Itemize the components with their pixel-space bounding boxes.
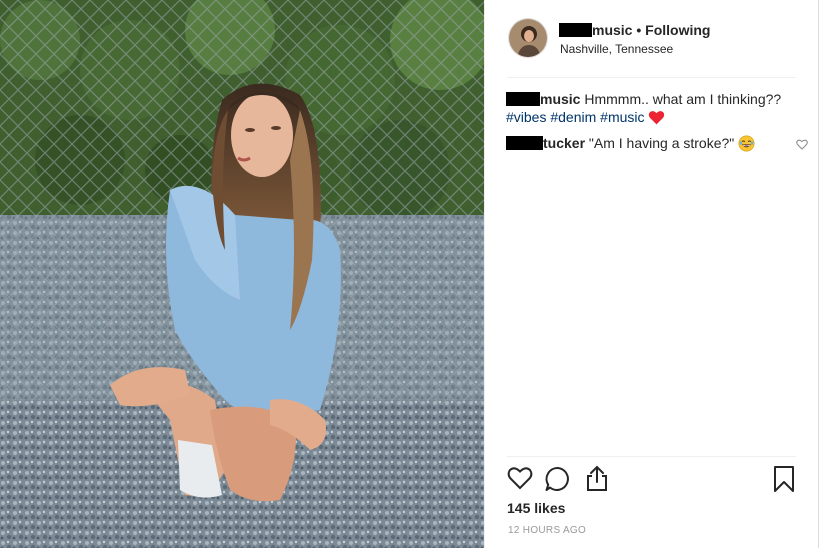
bookmark-icon[interactable] [773,465,795,498]
post-details-panel: music • Following Nashville, Tennessee m… [484,0,819,548]
header-divider [507,77,796,78]
avatar-image [509,19,547,57]
redacted-username [506,92,540,106]
avatar[interactable] [508,18,548,58]
heart-outline-icon[interactable] [507,466,533,495]
comment-like-heart-icon[interactable] [796,136,808,154]
photo-image [0,0,484,548]
hashtag-denim[interactable]: #denim [550,109,596,125]
caption-username[interactable]: music [540,91,580,107]
share-arrow-icon[interactable] [585,464,609,497]
redacted-username [559,23,592,37]
post-timestamp[interactable]: 12 HOURS AGO [508,525,586,536]
laughing-emoji-icon [738,135,755,156]
caption: music Hmmmm.. what am I thinking?? #vibe… [506,90,801,129]
author-username[interactable]: music [592,22,632,38]
comment-username[interactable]: tucker [543,135,585,151]
following-status[interactable]: • Following [632,22,710,38]
post-header: music • Following Nashville, Tennessee [485,0,819,78]
comment-text: "Am I having a stroke?" [585,135,739,151]
red-heart-emoji-icon [648,110,665,129]
post-photo[interactable] [0,0,484,548]
likes-count[interactable]: 145 likes [507,500,565,516]
caption-text: Hmmmm.. what am I thinking?? [580,91,782,107]
post-location[interactable]: Nashville, Tennessee [560,42,673,56]
hashtag-vibes[interactable]: #vibes [506,109,546,125]
comment-row: tucker "Am I having a stroke?" [506,134,808,156]
redacted-username [506,136,543,150]
action-bar [507,464,796,494]
speech-bubble-icon[interactable] [545,466,571,497]
actions-divider [507,456,796,457]
hashtag-music[interactable]: #music [600,109,644,125]
comments-section: music Hmmmm.. what am I thinking?? #vibe… [506,90,808,156]
post-author-line: music • Following [559,22,710,38]
